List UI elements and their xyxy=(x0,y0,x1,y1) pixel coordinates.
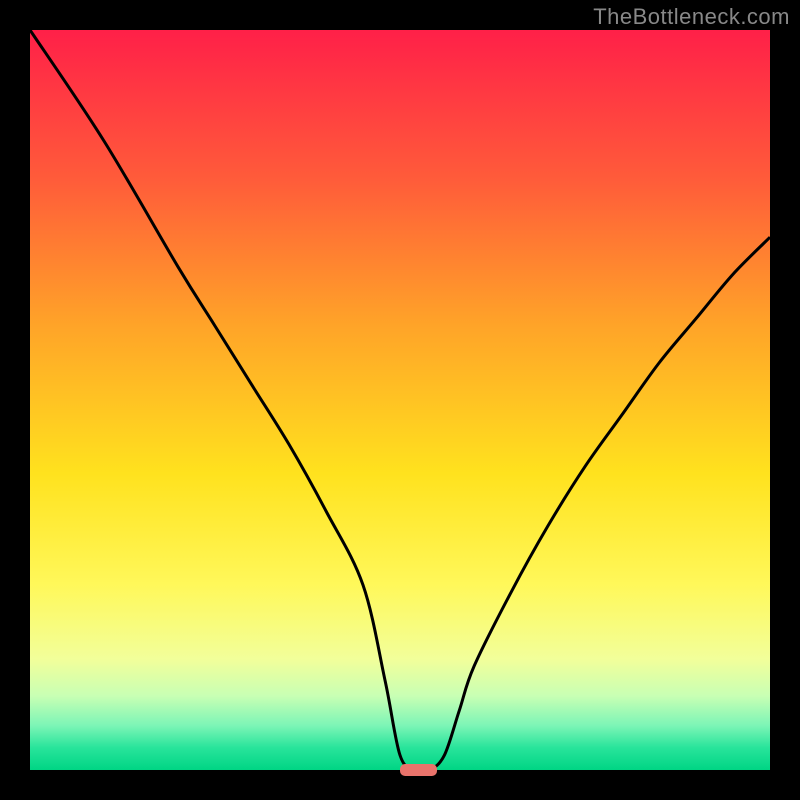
watermark-text: TheBottleneck.com xyxy=(593,4,790,30)
plot-background xyxy=(30,30,770,770)
bottleneck-marker xyxy=(400,764,437,776)
chart-container: TheBottleneck.com xyxy=(0,0,800,800)
bottleneck-chart xyxy=(0,0,800,800)
